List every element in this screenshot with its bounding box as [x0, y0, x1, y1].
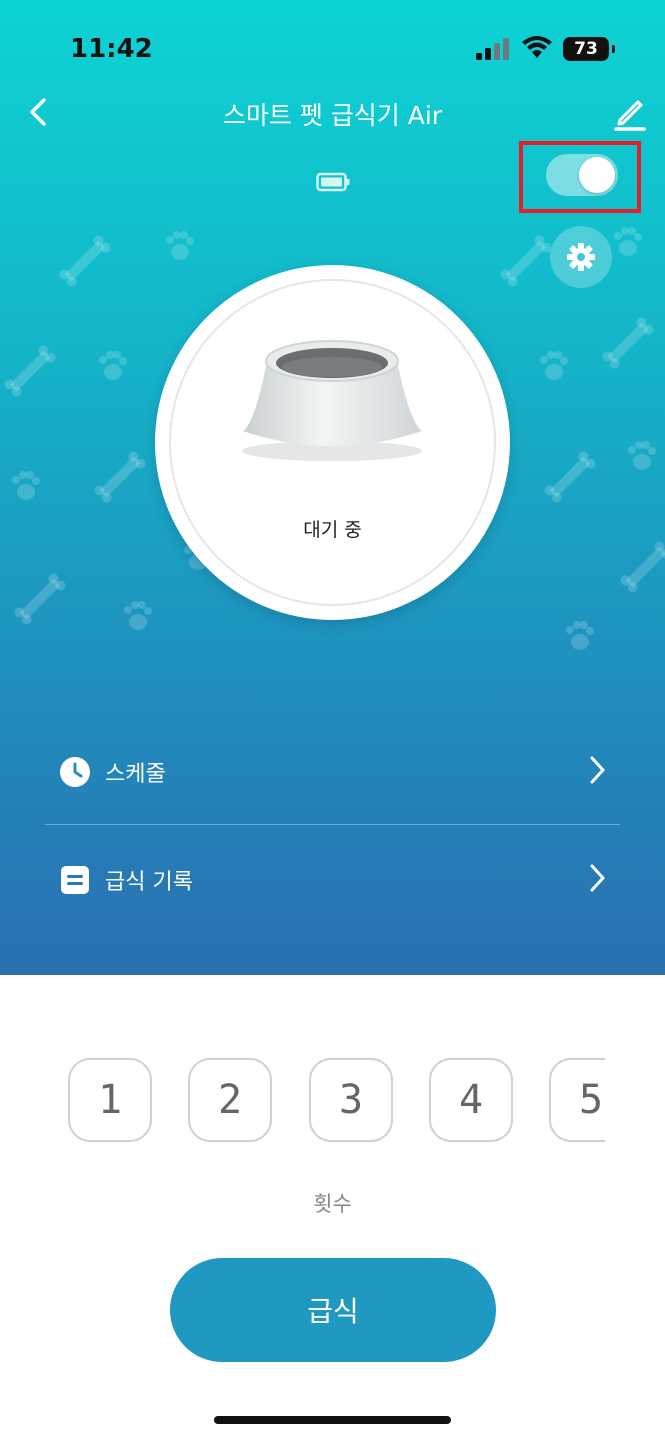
portion-option-5[interactable]: 5	[549, 1058, 605, 1142]
list-icon	[61, 866, 89, 894]
portion-option-3[interactable]: 3	[309, 1058, 393, 1142]
paw-print-decoration	[540, 351, 568, 380]
paw-print-decoration	[99, 351, 127, 380]
home-indicator[interactable]	[214, 1416, 451, 1424]
feeder-status-circle: 대기 중	[155, 265, 510, 620]
status-time: 11:42	[70, 34, 153, 64]
feed-button[interactable]: 급식	[170, 1258, 496, 1362]
menu-label-schedule: 스케줄	[105, 762, 166, 787]
paw-print-decoration	[124, 601, 152, 630]
bone-decoration	[500, 235, 552, 287]
gear-icon	[567, 243, 595, 271]
nav-bar: 스마트 펫 급식기 Air	[0, 86, 665, 136]
bone-decoration	[602, 317, 654, 369]
settings-button[interactable]	[550, 226, 612, 288]
menu-item-feeding-log[interactable]: 급식 기록	[45, 848, 620, 908]
bone-decoration	[4, 345, 56, 397]
paw-print-decoration	[614, 227, 642, 256]
portion-option-4[interactable]: 4	[429, 1058, 513, 1142]
power-toggle[interactable]	[546, 154, 618, 196]
menu-label-feeding-log: 급식 기록	[105, 870, 193, 895]
pencil-icon[interactable]	[610, 92, 650, 132]
paw-print-decoration	[628, 441, 656, 470]
bone-decoration	[94, 451, 146, 503]
header-panel: 11:42 73 스마트 펫 급식기 Air 대기 중 스케줄 급식 기록	[0, 0, 665, 975]
clock-icon	[60, 757, 90, 787]
paw-print-decoration	[166, 231, 194, 260]
chevron-right-icon	[590, 756, 605, 784]
bone-decoration	[14, 573, 66, 625]
feeder-status-text: 대기 중	[303, 519, 362, 541]
cellular-signal-icon	[476, 38, 509, 60]
status-battery: 73	[563, 37, 615, 61]
portion-label: 횟수	[313, 1192, 352, 1216]
bone-decoration	[620, 541, 665, 593]
bone-decoration	[59, 235, 111, 287]
toggle-knob	[579, 157, 615, 193]
portion-option-1[interactable]: 1	[68, 1058, 152, 1142]
status-bar: 11:42 73	[0, 0, 665, 100]
battery-icon	[316, 172, 350, 192]
bone-decoration	[544, 451, 596, 503]
menu-item-schedule[interactable]: 스케줄	[45, 740, 620, 800]
page-title: 스마트 펫 급식기 Air	[222, 101, 443, 130]
chevron-right-icon	[590, 864, 605, 892]
bowl-icon	[242, 340, 422, 461]
portion-selector: 1 2 3 4 5	[0, 1058, 605, 1144]
menu-divider	[45, 824, 620, 825]
paw-print-decoration	[12, 471, 40, 500]
paw-print-decoration	[566, 621, 594, 650]
wifi-icon	[522, 36, 552, 58]
portion-option-2[interactable]: 2	[188, 1058, 272, 1142]
